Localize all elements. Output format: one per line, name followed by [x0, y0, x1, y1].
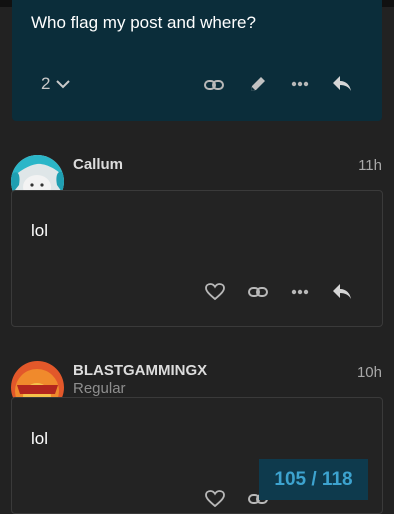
link-icon[interactable] [204, 77, 224, 93]
chevron-down-icon [56, 79, 71, 88]
own-post-card: Who flag my post and where? 2 [12, 0, 382, 121]
topic-progress-badge[interactable]: 105 / 118 [259, 459, 368, 500]
reply-count: 2 [41, 74, 51, 93]
username[interactable]: Callum [73, 156, 123, 173]
reply-icon[interactable] [332, 283, 352, 300]
link-icon[interactable] [248, 284, 268, 300]
heart-icon[interactable] [205, 490, 225, 508]
heart-icon[interactable] [205, 283, 225, 301]
replies-toggle-button[interactable]: 2 [41, 74, 71, 94]
post-time[interactable]: 10h [357, 364, 382, 381]
username[interactable]: BLASTGAMMINGX [73, 362, 207, 379]
more-icon[interactable] [291, 289, 309, 295]
post-time[interactable]: 11h [358, 157, 382, 174]
reply-icon[interactable] [332, 75, 352, 92]
topic-progress-label: 105 / 118 [274, 468, 353, 490]
post-body: lol [11, 190, 383, 327]
post-text: Who flag my post and where? [31, 13, 256, 32]
post-text: lol [31, 221, 49, 240]
more-icon[interactable] [291, 81, 309, 87]
user-title: Regular [73, 380, 126, 397]
post-text: lol [31, 429, 49, 448]
pencil-icon[interactable] [248, 74, 268, 94]
